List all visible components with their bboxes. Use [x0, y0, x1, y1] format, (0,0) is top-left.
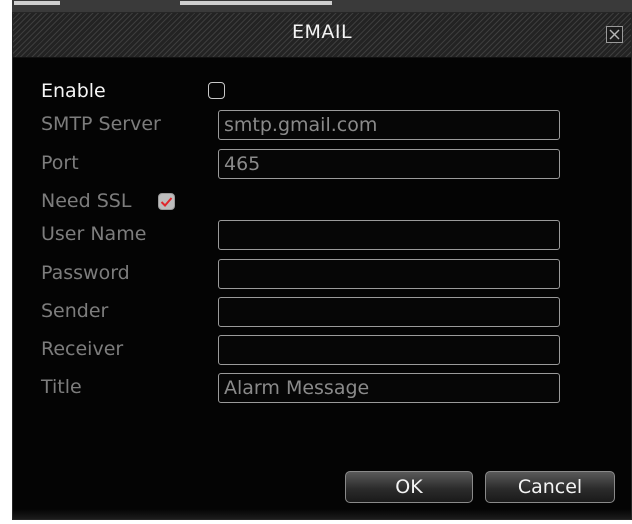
sender-row: Sender	[41, 297, 581, 327]
title-field[interactable]: Alarm Message	[218, 373, 560, 403]
title-bar[interactable]: EMAIL	[13, 13, 631, 58]
need-ssl-checkbox[interactable]	[158, 193, 175, 210]
smtp-server-field[interactable]: smtp.gmail.com	[218, 110, 560, 140]
checkmark-icon	[160, 197, 173, 207]
port-row: Port 465	[41, 149, 581, 179]
enable-label: Enable	[41, 80, 106, 102]
password-label: Password	[41, 262, 130, 284]
user-name-field[interactable]	[218, 220, 560, 250]
receiver-field[interactable]	[218, 335, 560, 365]
email-dialog: EMAIL Enable SMTP Server smtp.gmail.com …	[12, 12, 632, 520]
close-button[interactable]	[606, 26, 623, 43]
need-ssl-row: Need SSL	[41, 187, 581, 217]
port-field[interactable]: 465	[218, 149, 560, 179]
enable-checkbox[interactable]	[208, 82, 225, 99]
user-name-row: User Name	[41, 220, 581, 250]
title-label: Title	[41, 376, 82, 398]
user-name-label: User Name	[41, 223, 147, 245]
dialog-title: EMAIL	[291, 21, 353, 43]
page: EMAIL Enable SMTP Server smtp.gmail.com …	[0, 0, 632, 524]
ok-button[interactable]: OK	[345, 471, 473, 503]
smtp-server-label: SMTP Server	[41, 113, 161, 135]
sender-field[interactable]	[218, 297, 560, 327]
background-text-fragment	[14, 1, 60, 5]
background-text-fragment	[180, 1, 332, 5]
password-row: Password	[41, 259, 581, 289]
close-icon	[609, 29, 620, 40]
port-label: Port	[41, 152, 79, 174]
cancel-button[interactable]: Cancel	[485, 471, 615, 503]
title-row: Title Alarm Message	[41, 373, 581, 403]
password-field[interactable]	[218, 259, 560, 289]
receiver-row: Receiver	[41, 335, 581, 365]
receiver-label: Receiver	[41, 338, 124, 360]
smtp-server-row: SMTP Server smtp.gmail.com	[41, 110, 581, 140]
sender-label: Sender	[41, 300, 109, 322]
enable-row: Enable	[41, 77, 581, 107]
dialog-bottom-edge	[13, 509, 631, 519]
need-ssl-label: Need SSL	[41, 190, 132, 212]
